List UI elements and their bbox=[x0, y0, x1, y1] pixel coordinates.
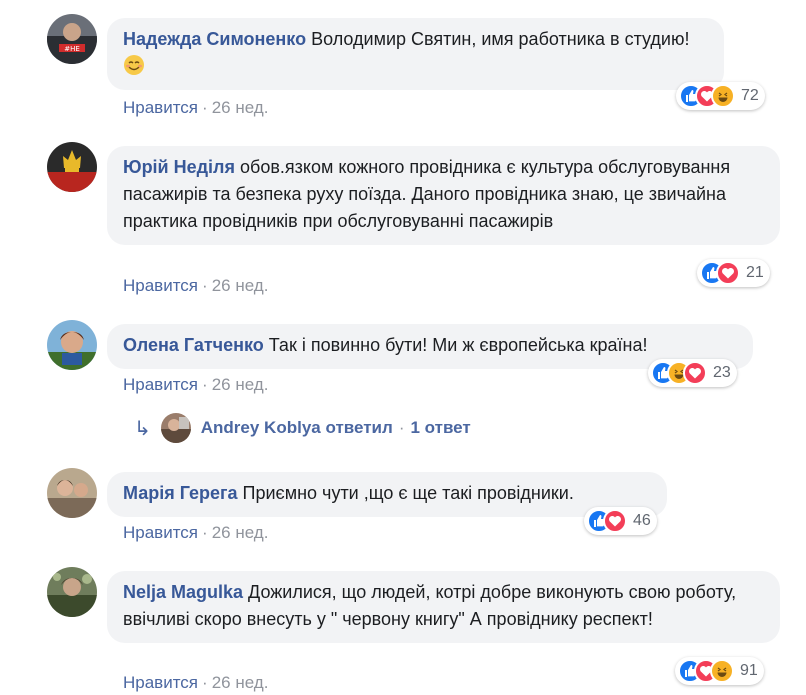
comment-timestamp[interactable]: 26 нед. bbox=[212, 276, 269, 295]
comment-actions: Нравится · 26 нед. bbox=[123, 375, 268, 395]
comment-text: Так і повинно бути! Ми ж європейська кра… bbox=[268, 335, 648, 355]
reply-count: 1 ответ bbox=[410, 418, 471, 437]
comment-timestamp[interactable]: 26 нед. bbox=[212, 375, 269, 394]
separator: · bbox=[202, 673, 208, 692]
comment-author[interactable]: Надежда Симоненко bbox=[123, 29, 306, 49]
svg-text:#HE: #HE bbox=[64, 45, 80, 53]
like-button[interactable]: Нравится bbox=[123, 276, 198, 295]
love-reaction-icon bbox=[603, 509, 627, 533]
reactions-summary[interactable]: 46 bbox=[584, 507, 657, 535]
comment-bubble: Nelja Magulka Дожилися, що людей, котрі д… bbox=[107, 571, 780, 643]
comment-bubble: Надежда Симоненко Володимир Святин, имя р… bbox=[107, 18, 724, 90]
reactions-summary[interactable]: 23 bbox=[648, 359, 737, 387]
reaction-count: 23 bbox=[713, 364, 731, 381]
comment-timestamp[interactable]: 26 нед. bbox=[212, 673, 269, 692]
comment-actions: Нравится · 26 нед. bbox=[123, 673, 268, 693]
love-reaction-icon bbox=[716, 261, 740, 285]
reply-arrow-icon: ↳ bbox=[134, 417, 151, 440]
comment-actions: Нравится · 26 нед. bbox=[123, 276, 268, 296]
haha-reaction-icon bbox=[711, 84, 735, 108]
avatar[interactable] bbox=[47, 468, 97, 518]
love-reaction-icon bbox=[683, 361, 707, 385]
comment-actions: Нравится · 26 нед. bbox=[123, 98, 268, 118]
comment-bubble: Юрій Неділя обов.язком кожного провідника… bbox=[107, 146, 780, 245]
avatar[interactable] bbox=[47, 142, 97, 192]
reaction-count: 91 bbox=[740, 662, 758, 679]
comment-text: Володимир Святин, имя работника в студию… bbox=[311, 29, 690, 49]
comment-text: Приємно чути ,що є ще такі провідники. bbox=[242, 483, 574, 503]
separator: · bbox=[202, 98, 208, 117]
reactions-summary[interactable]: 21 bbox=[697, 259, 770, 287]
reply-author: Andrey Koblya bbox=[200, 418, 321, 437]
comment-timestamp[interactable]: 26 нед. bbox=[212, 523, 269, 542]
comment-author[interactable]: Марія Герега bbox=[123, 483, 238, 503]
smiling-emoji-icon bbox=[124, 55, 144, 75]
avatar[interactable] bbox=[47, 320, 97, 370]
reaction-count: 21 bbox=[746, 264, 764, 281]
comment-bubble: Марія Герега Приємно чути ,що є ще такі п… bbox=[107, 472, 667, 517]
reactions-summary[interactable]: 91 bbox=[675, 657, 764, 685]
comment-timestamp[interactable]: 26 нед. bbox=[212, 98, 269, 117]
avatar[interactable] bbox=[47, 567, 97, 617]
avatar[interactable]: #HE bbox=[47, 14, 97, 64]
separator: · bbox=[202, 375, 208, 394]
like-button[interactable]: Нравится bbox=[123, 673, 198, 692]
comment-author[interactable]: Юрій Неділя bbox=[123, 157, 235, 177]
comments-feed: #HE Надежда Симоненко Володимир Святин, и… bbox=[0, 0, 806, 695]
haha-reaction-icon bbox=[710, 659, 734, 683]
separator: · bbox=[202, 276, 208, 295]
reaction-count: 72 bbox=[741, 87, 759, 104]
separator: · bbox=[398, 418, 405, 437]
avatar bbox=[160, 413, 191, 443]
like-button[interactable]: Нравится bbox=[123, 98, 198, 117]
comment-author[interactable]: Олена Гатченко bbox=[123, 335, 264, 355]
reaction-count: 46 bbox=[633, 512, 651, 529]
like-button[interactable]: Нравится bbox=[123, 375, 198, 394]
comment-actions: Нравится · 26 нед. bbox=[123, 523, 268, 543]
comment-author[interactable]: Nelja Magulka bbox=[123, 582, 243, 602]
reply-action: ответил bbox=[325, 418, 393, 437]
view-replies-link[interactable]: ↳ Andrey Koblya ответил · 1 ответ bbox=[134, 413, 471, 443]
reactions-summary[interactable]: 72 bbox=[676, 82, 765, 110]
like-button[interactable]: Нравится bbox=[123, 523, 198, 542]
separator: · bbox=[202, 523, 208, 542]
